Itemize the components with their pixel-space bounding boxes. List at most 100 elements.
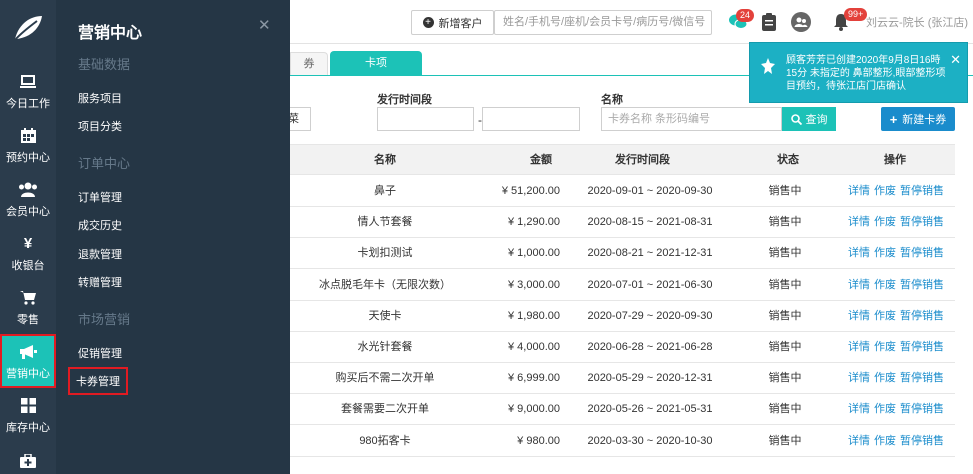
tab-card[interactable]: 卡项 xyxy=(330,51,422,76)
menu-service-items[interactable]: 服务项目 xyxy=(78,90,122,106)
void-link[interactable]: 作废 xyxy=(874,247,896,259)
cell-status: 销售中 xyxy=(768,434,802,447)
message-badge: 24 xyxy=(736,9,755,22)
query-label: 查询 xyxy=(805,114,828,126)
menu-coupon-management[interactable]: 卡券管理 xyxy=(68,367,128,395)
cell-status: 销售中 xyxy=(768,247,802,260)
menu-refund-management[interactable]: 退款管理 xyxy=(78,246,122,262)
menu-order-management[interactable]: 订单管理 xyxy=(78,189,122,205)
table-row: 980拓客卡 ¥ 980.00 2020-03-30 ~ 2020-10-30 销售中… xyxy=(290,425,955,457)
clipboard-icon[interactable] xyxy=(758,11,780,33)
cell-amount: ¥ 1,980.00 xyxy=(508,309,560,322)
cell-amount: ¥ 1,290.00 xyxy=(508,216,560,229)
menu-deal-history[interactable]: 成交历史 xyxy=(78,217,122,233)
cell-actions: 详情 作废 暂停销售 xyxy=(848,207,948,237)
table-row: 鼻子 ¥ 51,200.00 2020-09-01 ~ 2020-09-30 销售中详… xyxy=(290,176,955,207)
filter-dropdown-button[interactable]: 菜 xyxy=(290,107,311,131)
rail-label: 会员中心 xyxy=(6,205,50,218)
users-circle-icon[interactable] xyxy=(790,11,812,33)
name-search-input[interactable]: 卡券名称 条形码编号 xyxy=(601,107,782,131)
void-link[interactable]: 作废 xyxy=(874,279,896,291)
detail-link[interactable]: 详情 xyxy=(848,372,870,384)
users-icon xyxy=(18,180,38,200)
cell-status: 销售中 xyxy=(768,309,802,322)
void-link[interactable]: 作废 xyxy=(874,341,896,353)
table-row: 卡划扣测试 ¥ 1,000.00 2020-08-21 ~ 2021-12-31 销售… xyxy=(290,238,955,270)
table-header: 名称 金额 发行时间段 状态 操作 xyxy=(290,144,955,175)
rail-member[interactable]: 会员中心 xyxy=(0,172,56,226)
void-link[interactable]: 作废 xyxy=(874,435,896,447)
pause-sale-link[interactable]: 暂停销售 xyxy=(900,341,944,353)
period-end-input[interactable] xyxy=(482,107,580,131)
cell-amount: ¥ 51,200.00 xyxy=(501,185,560,197)
rail-marketing[interactable]: 营销中心 xyxy=(0,334,56,388)
search-icon xyxy=(790,113,802,125)
user-name[interactable]: 刘云云-院长 (张江店) xyxy=(866,14,968,30)
pause-sale-link[interactable]: 暂停销售 xyxy=(900,247,944,259)
cell-amount: ¥ 6,999.00 xyxy=(508,372,560,385)
logo xyxy=(0,0,56,56)
detail-link[interactable]: 详情 xyxy=(848,341,870,353)
void-link[interactable]: 作废 xyxy=(874,185,896,197)
detail-link[interactable]: 详情 xyxy=(848,185,870,197)
pause-sale-link[interactable]: 暂停销售 xyxy=(900,435,944,447)
table-row: 水光针套餐 ¥ 4,000.00 2020-06-28 ~ 2021-06-28 销售… xyxy=(290,332,955,363)
cell-status: 销售中 xyxy=(768,403,802,416)
period-start-input[interactable] xyxy=(377,107,474,131)
menu-transfer-management[interactable]: 转赠管理 xyxy=(78,274,122,290)
rail-retail[interactable]: 零售 xyxy=(0,280,56,334)
rail-inventory[interactable]: 库存中心 xyxy=(0,388,56,442)
pause-sale-link[interactable]: 暂停销售 xyxy=(900,279,944,291)
cell-period: 2020-07-29 ~ 2020-09-30 xyxy=(587,309,713,322)
detail-link[interactable]: 详情 xyxy=(848,216,870,228)
rail-label: 今日工作 xyxy=(6,97,50,110)
void-link[interactable]: 作废 xyxy=(874,372,896,384)
group-basic-data: 基础数据 xyxy=(78,57,131,72)
cell-actions: 详情 作废 暂停销售 xyxy=(848,394,948,424)
yen-icon: ¥ xyxy=(23,235,33,252)
detail-link[interactable]: 详情 xyxy=(848,247,870,259)
create-coupon-button[interactable]: + 新建卡券 xyxy=(881,107,955,131)
notification-badge: 99+ xyxy=(844,8,868,21)
customer-search-input[interactable]: 姓名/手机号/座机/会员卡号/病历号/微信号 xyxy=(494,10,712,35)
menu-promotion-management[interactable]: 促销管理 xyxy=(78,345,122,361)
col-ops: 操作 xyxy=(884,154,906,166)
void-link[interactable]: 作废 xyxy=(874,310,896,322)
void-link[interactable]: 作废 xyxy=(874,216,896,228)
col-status: 状态 xyxy=(777,154,799,166)
pause-sale-link[interactable]: 暂停销售 xyxy=(900,310,944,322)
detail-link[interactable]: 详情 xyxy=(848,403,870,415)
void-link[interactable]: 作废 xyxy=(874,403,896,415)
cell-actions: 详情 作废 暂停销售 xyxy=(848,270,948,300)
cell-period: 2020-07-01 ~ 2021-06-30 xyxy=(587,278,713,291)
detail-link[interactable]: 详情 xyxy=(848,279,870,291)
pause-sale-link[interactable]: 暂停销售 xyxy=(900,216,944,228)
group-order-center: 订单中心 xyxy=(78,156,131,171)
rail-label: 营销中心 xyxy=(6,367,50,380)
detail-link[interactable]: 详情 xyxy=(848,310,870,322)
tab-coupon[interactable]: 券 xyxy=(290,52,328,76)
name-label: 名称 xyxy=(601,94,623,106)
pause-sale-link[interactable]: 暂停销售 xyxy=(900,185,944,197)
rail-today-work[interactable]: 今日工作 xyxy=(0,64,56,118)
col-amount: 金额 xyxy=(530,154,552,166)
col-name: 名称 xyxy=(374,154,396,166)
close-icon[interactable]: ✕ xyxy=(258,16,271,34)
cell-status: 销售中 xyxy=(768,216,802,229)
cell-period: 2020-09-01 ~ 2020-09-30 xyxy=(587,185,713,197)
cell-amount: ¥ 4,000.00 xyxy=(508,341,560,353)
grid-icon xyxy=(20,396,36,416)
detail-link[interactable]: 详情 xyxy=(848,435,870,447)
cell-period: 2020-05-26 ~ 2021-05-31 xyxy=(587,403,713,416)
close-icon[interactable]: ✕ xyxy=(950,53,961,66)
query-button[interactable]: 查询 xyxy=(782,107,836,131)
rail-cashier[interactable]: ¥ 收银台 xyxy=(0,226,56,280)
pause-sale-link[interactable]: 暂停销售 xyxy=(900,403,944,415)
pause-sale-link[interactable]: 暂停销售 xyxy=(900,372,944,384)
rail-label: 收银台 xyxy=(11,259,45,272)
menu-item-category[interactable]: 项目分类 xyxy=(78,118,122,134)
cell-actions: 详情 作废 暂停销售 xyxy=(848,301,948,331)
rail-appointment[interactable]: 预约中心 xyxy=(0,118,56,172)
new-customer-button[interactable]: + 新增客户 xyxy=(411,10,494,35)
rail-medical[interactable] xyxy=(0,442,56,474)
